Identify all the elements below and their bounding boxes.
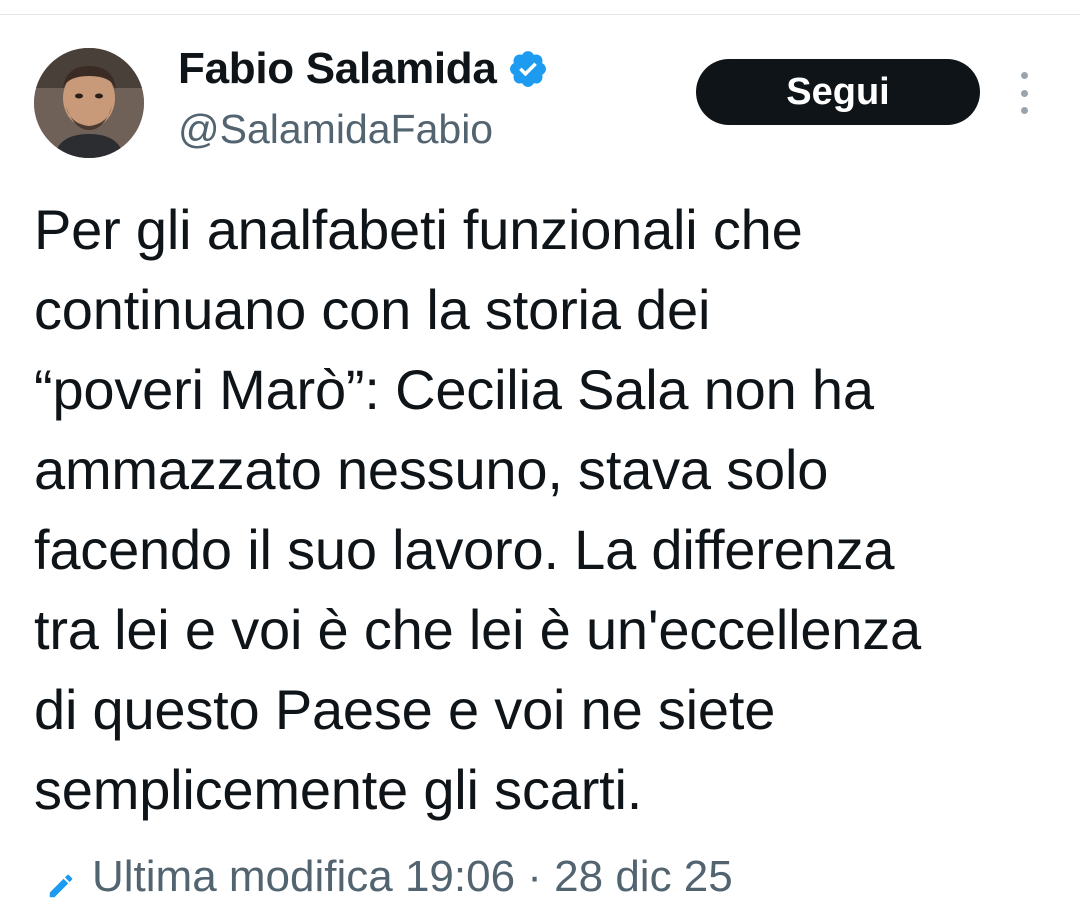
verified-badge-icon [507,48,549,90]
edit-note[interactable]: Ultima modifica 19:06 · 28 dic 25 [46,852,733,902]
more-dot [1020,89,1028,97]
follow-button[interactable]: Segui [696,59,980,125]
author-handle[interactable]: @SalamidaFabio [178,106,493,153]
more-vertical-icon[interactable] [1012,72,1036,114]
author-name-row[interactable]: Fabio Salamida [178,42,549,96]
edit-note-text[interactable]: Ultima modifica 19:06 · 28 dic 25 [92,852,733,902]
pencil-icon [46,862,76,898]
top-divider [0,14,1080,15]
author-display-name[interactable]: Fabio Salamida [178,44,497,94]
tweet-text: Per gli analfabeti funzionali che contin… [34,198,921,821]
more-dot [1020,107,1028,114]
avatar[interactable] [34,48,144,158]
more-dot [1020,72,1028,79]
